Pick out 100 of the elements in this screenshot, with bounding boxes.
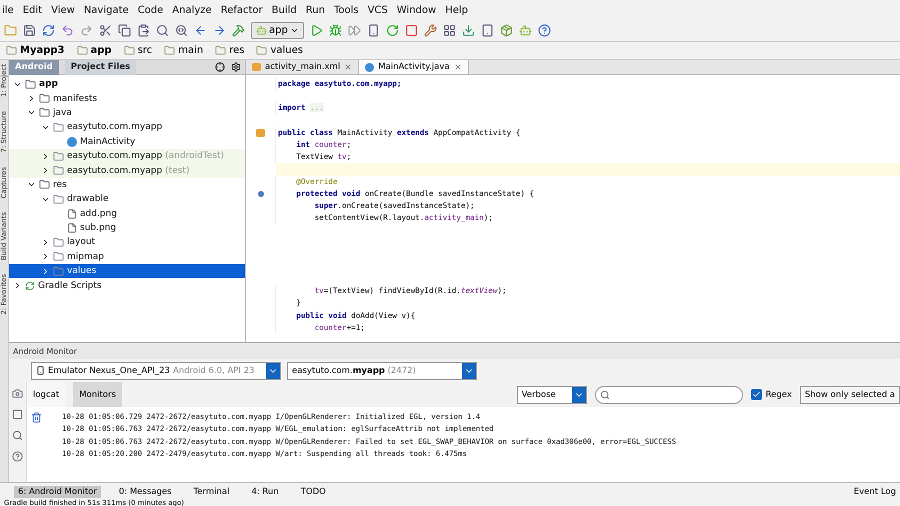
breadcrumb[interactable]: Myapp3 xyxy=(2,45,68,56)
save-icon[interactable] xyxy=(23,24,36,37)
tree-item[interactable]: values xyxy=(9,264,245,278)
tree-item[interactable]: MainActivity xyxy=(9,134,245,149)
android-icon xyxy=(256,25,267,36)
tree-item[interactable]: drawable xyxy=(9,192,245,207)
event-log-button[interactable]: Event Log xyxy=(850,486,900,498)
help-icon[interactable] xyxy=(538,24,551,37)
editor-tab[interactable]: MainActivity.java xyxy=(359,60,469,74)
menu-item[interactable]: Build xyxy=(272,4,297,16)
stop-icon[interactable] xyxy=(404,24,418,37)
menu-item[interactable]: Refactor xyxy=(220,4,263,16)
folder-icon xyxy=(6,45,17,56)
paste-icon[interactable] xyxy=(137,24,150,37)
source-set-label: (test) xyxy=(165,166,190,176)
tool-window-button[interactable]: 0: Messages xyxy=(114,486,176,498)
close-icon[interactable] xyxy=(454,63,462,71)
trash-icon[interactable] xyxy=(31,412,42,423)
forward-icon[interactable] xyxy=(213,24,226,37)
search-icon[interactable] xyxy=(12,430,23,441)
menu-item[interactable]: Tools xyxy=(334,4,359,16)
gradle-icon xyxy=(25,280,35,291)
tool-window-button[interactable]: TODO xyxy=(296,486,330,498)
debug-icon[interactable] xyxy=(328,24,342,37)
breadcrumb[interactable]: values xyxy=(252,45,307,56)
crosshair-icon[interactable] xyxy=(215,62,225,72)
phone-icon xyxy=(36,366,45,375)
menu-item[interactable]: View xyxy=(51,4,75,16)
stop-icon[interactable] xyxy=(12,409,23,420)
expand-icon[interactable] xyxy=(13,281,22,290)
menu-item[interactable]: ile xyxy=(2,4,14,16)
activity-marker-icon[interactable] xyxy=(256,128,265,137)
folder-icon xyxy=(215,45,226,56)
tree-item[interactable]: mipmap xyxy=(9,250,245,264)
run-icon[interactable] xyxy=(310,24,323,37)
help-icon[interactable] xyxy=(12,451,23,462)
process-dropdown[interactable]: easytuto.com.myapp (2472) xyxy=(287,362,477,380)
menu-item[interactable]: Analyze xyxy=(172,4,212,16)
tree-item[interactable]: manifests xyxy=(9,91,245,106)
device-dropdown[interactable]: Emulator Nexus_One_API_23 Android 6.0, API 23 xyxy=(31,362,281,380)
filter-dropdown[interactable]: Show only selected a xyxy=(800,386,900,404)
menu-item[interactable]: Window xyxy=(396,4,436,16)
breadcrumb[interactable]: src xyxy=(120,45,156,56)
override-marker-icon[interactable] xyxy=(258,190,264,197)
search-icon[interactable] xyxy=(156,24,169,37)
menu-item[interactable]: Help xyxy=(445,4,468,16)
log-level-dropdown[interactable]: Verbose xyxy=(516,386,587,404)
settings-icon[interactable] xyxy=(231,62,241,72)
source-set-label: (androidTest) xyxy=(165,151,224,162)
xml-file-icon xyxy=(252,63,261,71)
menu-item[interactable]: Run xyxy=(306,4,325,16)
run-configuration-dropdown[interactable]: app xyxy=(251,22,304,39)
cut-icon[interactable] xyxy=(99,24,112,37)
sync-icon[interactable] xyxy=(42,24,55,37)
tree-item[interactable]: sub.png xyxy=(9,220,245,236)
redo-icon[interactable] xyxy=(80,24,93,37)
tree-item[interactable]: app xyxy=(9,77,245,92)
breadcrumb[interactable]: app xyxy=(72,45,116,56)
panel-title: Android Monitor xyxy=(9,343,900,359)
file-icon xyxy=(67,223,77,234)
menu-item[interactable]: Navigate xyxy=(84,4,129,16)
caret-icon xyxy=(290,26,299,35)
menu-item[interactable]: VCS xyxy=(368,4,388,16)
menu-item[interactable]: Edit xyxy=(22,4,42,16)
wrench-icon[interactable] xyxy=(424,24,437,37)
regex-checkbox[interactable]: Regex xyxy=(750,389,792,400)
undo-icon[interactable] xyxy=(61,24,74,37)
folder-icon xyxy=(53,150,64,162)
tree-item[interactable]: java xyxy=(9,106,245,120)
folder-icon xyxy=(25,78,36,90)
monitor-tab[interactable]: logcat xyxy=(27,382,66,407)
monitor-tab[interactable]: Monitors xyxy=(73,382,122,407)
tree-item[interactable]: layout xyxy=(9,235,245,250)
menu-item[interactable]: Code xyxy=(138,4,164,16)
camera-icon[interactable] xyxy=(12,388,23,399)
rerun-icon[interactable] xyxy=(386,24,399,37)
view-tab[interactable]: Project Files xyxy=(64,60,136,74)
close-icon[interactable] xyxy=(344,63,352,71)
back-icon[interactable] xyxy=(194,24,207,37)
tree-item[interactable]: Gradle Scripts xyxy=(9,278,245,293)
folder-icon xyxy=(53,165,64,176)
tool-window-button[interactable]: 6: Android Monitor xyxy=(14,486,101,498)
search-field[interactable] xyxy=(594,386,743,404)
tool-window-button[interactable]: Terminal xyxy=(190,486,234,498)
tool-window-button[interactable]: 4: Run xyxy=(247,486,283,498)
copy-icon[interactable] xyxy=(118,24,131,37)
tree-item[interactable]: add.png xyxy=(9,206,245,221)
breadcrumb[interactable]: main xyxy=(160,45,208,56)
device-icon[interactable] xyxy=(366,24,380,37)
folder-icon xyxy=(39,93,50,104)
class-icon xyxy=(67,136,77,147)
tree-item[interactable]: easytuto.com.myapp xyxy=(9,120,245,135)
build-icon[interactable] xyxy=(232,24,245,37)
folder-icon xyxy=(256,45,268,56)
tree-item[interactable]: res xyxy=(9,178,245,192)
folder-icon xyxy=(164,45,176,56)
tree-item[interactable]: easytuto.com.myapp (androidTest) xyxy=(9,148,245,164)
expand-icon[interactable] xyxy=(27,94,36,104)
breadcrumb[interactable]: res xyxy=(211,45,248,56)
tree-item[interactable]: easytuto.com.myapp (test) xyxy=(9,163,245,178)
